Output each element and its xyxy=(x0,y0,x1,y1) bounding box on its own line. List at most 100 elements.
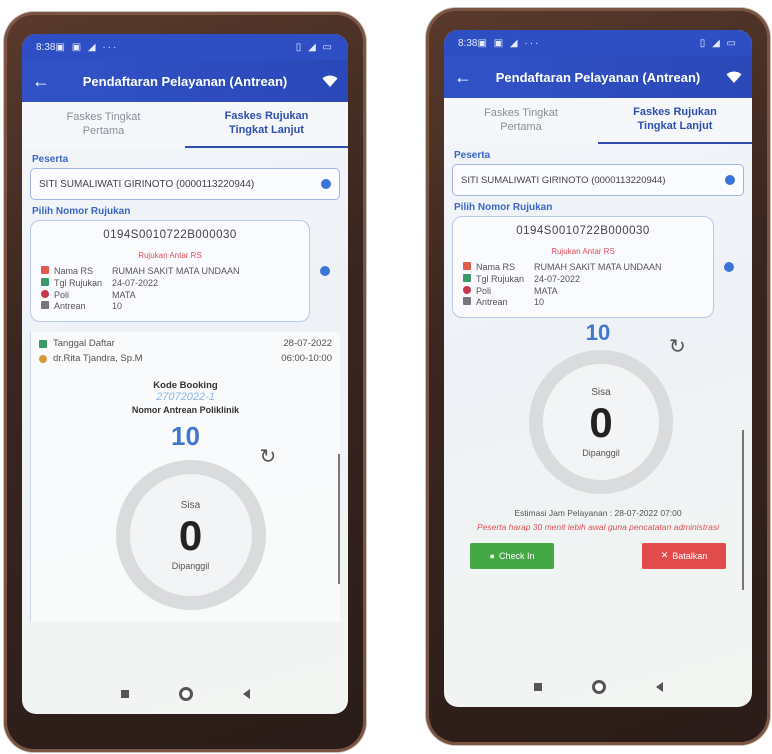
back-arrow-icon[interactable]: ← xyxy=(32,71,56,92)
close-icon: ✕ xyxy=(660,550,669,561)
tab-label-line1: Faskes Tingkat xyxy=(484,107,558,120)
check-in-button[interactable]: ● Check In xyxy=(470,542,554,569)
kode-booking-label: Kode Booking xyxy=(153,380,218,392)
peserta-label: Peserta xyxy=(454,150,491,161)
antrean-poliklinik-label: Nomor Antrean Poliklinik xyxy=(131,405,240,416)
tanggal-label: Tanggal Daftar xyxy=(53,338,115,350)
back-arrow-icon[interactable]: ← xyxy=(454,67,478,88)
info-label: Nama RS xyxy=(54,266,94,276)
scrollbar[interactable] xyxy=(742,430,744,590)
sisa-value: 0 xyxy=(589,398,613,446)
status-time: 8:38 xyxy=(458,37,478,49)
location-pin-icon: ● xyxy=(489,550,495,561)
dipanggil-label: Dipanggil xyxy=(582,447,620,458)
tab-label-line2: Pertama xyxy=(82,125,125,137)
info-label: Tgl Rujukan xyxy=(476,273,525,284)
info-value: 24-07-2022 xyxy=(534,273,581,284)
peserta-select[interactable]: SITI SUMALIWATI GIRINOTO (0000113220944) xyxy=(30,168,340,200)
peserta-select[interactable]: SITI SUMALIWATI GIRINOTO (0000113220944) xyxy=(452,164,744,196)
status-icons-right: ▯ ◢ ▭ xyxy=(699,37,738,49)
tab-faskes-rujukan-tingkat-lanjut[interactable]: Faskes Rujukan Tingkat Lanjut xyxy=(598,98,752,144)
tab-label-line2: Pertama xyxy=(500,121,542,133)
tab-faskes-rujukan-tingkat-lanjut[interactable]: Faskes Rujukan Tingkat Lanjut xyxy=(185,102,348,148)
recent-apps-icon[interactable] xyxy=(120,690,129,698)
info-label: Tgl Rujukan xyxy=(54,277,103,288)
rujukan-radio-selected[interactable] xyxy=(714,262,744,273)
queue-icon xyxy=(463,297,476,308)
refresh-icon[interactable]: ↻ xyxy=(260,444,277,469)
tanggal-daftar-row: Tanggal Daftar 28-07-2022 xyxy=(39,336,332,351)
action-buttons: ● Check In ✕ Batalkan xyxy=(444,542,752,569)
page-title: Pendaftaran Pelayanan (Antrean) xyxy=(82,73,288,89)
info-nama-rs: Nama RS RUMAH SAKIT MATA UNDAAN xyxy=(41,266,299,277)
scrollbar[interactable] xyxy=(338,454,340,584)
peserta-label: Peserta xyxy=(32,154,69,165)
recent-apps-icon[interactable] xyxy=(533,683,542,691)
rujukan-row: 0194S0010722B000030 Rujukan Antar RS Nam… xyxy=(444,216,752,319)
app-bar: ← Pendaftaran Pelayanan (Antrean) xyxy=(22,60,348,102)
sisa-ring: Sisa 0 Dipanggil xyxy=(115,460,266,611)
doctor-icon xyxy=(39,354,47,363)
info-label: Antrean xyxy=(54,301,86,312)
tab-faskes-tingkat-pertama[interactable]: Faskes Tingkat Pertama xyxy=(22,102,185,148)
android-nav-bar xyxy=(22,674,348,714)
dropdown-icon xyxy=(321,179,331,189)
home-icon[interactable] xyxy=(178,687,193,701)
rujukan-row: 0194S0010722B000030 Rujukan Antar RS Nam… xyxy=(22,220,348,323)
screen-right: 8:38 ▣ ▣ ◢ ··· ▯ ◢ ▭ ← Pendaftaran Pelay… xyxy=(444,30,752,707)
poli-icon xyxy=(41,289,54,301)
calendar-icon xyxy=(39,339,47,348)
rujukan-card[interactable]: 0194S0010722B000030 Rujukan Antar RS Nam… xyxy=(452,216,714,319)
refresh-icon[interactable]: ↻ xyxy=(669,334,686,359)
antrean-number: 10 xyxy=(171,421,200,452)
info-tgl-rujukan: Tgl Rujukan 24-07-2022 xyxy=(463,273,703,285)
rujukan-type: Rujukan Antar RS xyxy=(551,247,615,256)
rujukan-radio-selected[interactable] xyxy=(310,266,340,277)
status-bar: 8:38 ▣ ▣ ◢ ··· ▯ ◢ ▭ xyxy=(22,34,348,60)
tab-label-line2: Tingkat Lanjut xyxy=(229,124,304,136)
antrean-number-partial: 10 xyxy=(585,320,611,346)
tanggal-value: 28-07-2022 xyxy=(283,338,332,350)
rujukan-label: Pilih Nomor Rujukan xyxy=(32,206,131,217)
rujukan-number: 0194S0010722B000030 xyxy=(103,229,237,241)
info-value: 10 xyxy=(112,301,123,312)
sisa-label: Sisa xyxy=(591,386,611,398)
nav-back-icon[interactable] xyxy=(655,682,663,692)
tab-label-line1: Faskes Rujukan xyxy=(224,110,309,123)
tab-label-line1: Faskes Tingkat xyxy=(66,111,141,124)
app-bar: ← Pendaftaran Pelayanan (Antrean) xyxy=(444,56,752,98)
tab-label-line2: Tingkat Lanjut xyxy=(637,120,713,132)
rujukan-card[interactable]: 0194S0010722B000030 Rujukan Antar RS Nam… xyxy=(30,220,310,323)
rujukan-type: Rujukan Antar RS xyxy=(138,251,202,260)
calendar-icon xyxy=(463,273,476,285)
check-in-label: Check In xyxy=(498,550,535,561)
status-icons-left: ▣ ▣ ◢ ··· xyxy=(55,41,119,53)
ring-container: Sisa 0 Dipanggil ↻ xyxy=(56,446,316,622)
status-time: 8:38 xyxy=(36,41,56,53)
tab-faskes-tingkat-pertama[interactable]: Faskes Tingkat Pertama xyxy=(444,98,598,144)
info-label: Nama RS xyxy=(476,262,516,272)
phone-left: 8:38 ▣ ▣ ◢ ··· ▯ ◢ ▭ ← Pendaftaran Pelay… xyxy=(4,12,366,752)
calendar-icon xyxy=(41,277,54,289)
ring-container: Sisa 0 Dipanggil ↻ xyxy=(463,336,733,496)
sisa-label: Sisa xyxy=(180,499,201,511)
info-value: MATA xyxy=(112,289,136,300)
estimasi-jam-text: Estimasi Jam Pelayanan : 28-07-2022 07:0… xyxy=(514,508,682,519)
tab-bar: Faskes Tingkat Pertama Faskes Rujukan Ting… xyxy=(444,98,752,144)
wifi-icon xyxy=(718,70,742,84)
home-icon[interactable] xyxy=(591,680,606,694)
info-poli: Poli MATA xyxy=(41,289,299,301)
queue-icon xyxy=(41,301,54,312)
info-label: Poli xyxy=(54,289,70,300)
batalkan-button[interactable]: ✕ Batalkan xyxy=(642,542,726,569)
jam-praktek: 06:00-10:00 xyxy=(281,353,332,365)
dokter-name: dr.Rita Tjandra, Sp.M xyxy=(53,353,143,365)
nav-back-icon[interactable] xyxy=(242,689,250,699)
detail-card: Tanggal Daftar 28-07-2022 dr.Rita Tjandr… xyxy=(30,332,340,623)
dipanggil-label: Dipanggil xyxy=(171,560,210,571)
info-value: RUMAH SAKIT MATA UNDAAN xyxy=(534,262,662,272)
phone-right: 8:38 ▣ ▣ ◢ ··· ▯ ◢ ▭ ← Pendaftaran Pelay… xyxy=(426,8,770,745)
info-antrean: Antrean 10 xyxy=(41,301,299,312)
radio-dot-icon xyxy=(320,266,330,277)
sisa-value: 0 xyxy=(178,511,203,559)
